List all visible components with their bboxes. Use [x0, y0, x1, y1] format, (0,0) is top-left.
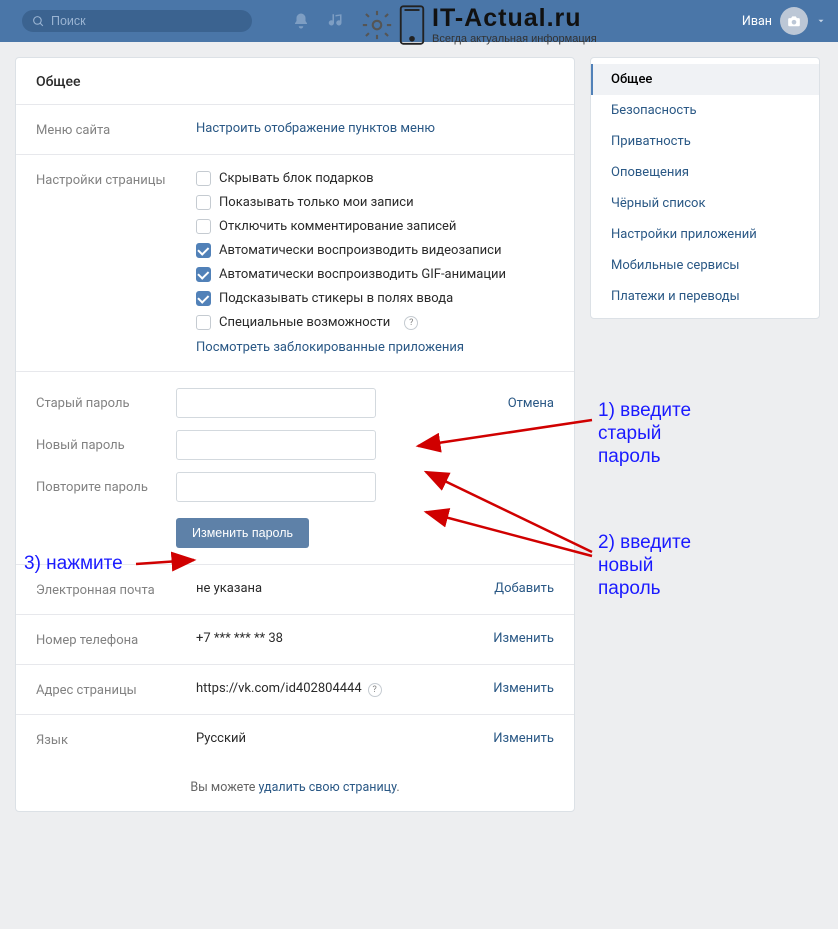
- old-password-input[interactable]: [176, 388, 376, 418]
- label-page-settings: Настройки страницы: [36, 171, 176, 188]
- row-email: Электронная почта не указана Добавить: [16, 565, 574, 615]
- checkbox-label: Подсказывать стикеры в полях ввода: [219, 291, 453, 306]
- value-lang: Русский: [196, 731, 473, 746]
- checkbox-label: Автоматически воспроизводить GIF-анимаци…: [219, 267, 506, 282]
- sidebar-item[interactable]: Настройки приложений: [591, 219, 819, 250]
- checkbox-label: Автоматически воспроизводить видеозаписи: [219, 243, 501, 258]
- page-title: Общее: [16, 58, 574, 105]
- bell-icon[interactable]: [292, 12, 310, 30]
- topbar: Иван: [0, 0, 838, 42]
- change-password-button[interactable]: Изменить пароль: [176, 518, 309, 548]
- music-icon[interactable]: [328, 12, 346, 30]
- row-lang: Язык Русский Изменить: [16, 715, 574, 764]
- avatar: [780, 7, 808, 35]
- username: Иван: [742, 14, 772, 29]
- value-url: https://vk.com/id402804444?: [196, 681, 473, 697]
- checkbox-option[interactable]: Специальные возможности?: [196, 315, 554, 330]
- checkbox-label: Отключить комментирование записей: [219, 219, 456, 234]
- label-email: Электронная почта: [36, 581, 176, 598]
- sidebar-item[interactable]: Приватность: [591, 126, 819, 157]
- top-icons: [292, 12, 346, 30]
- checkbox-icon: [196, 243, 211, 258]
- checkbox-icon: [196, 219, 211, 234]
- value-email: не указана: [196, 581, 474, 596]
- blocked-apps-link[interactable]: Посмотреть заблокированные приложения: [196, 340, 464, 355]
- sidebar-item[interactable]: Чёрный список: [591, 188, 819, 219]
- help-icon[interactable]: ?: [368, 683, 382, 697]
- row-url: Адрес страницы https://vk.com/id40280444…: [16, 665, 574, 715]
- row-phone: Номер телефона +7 *** *** ** 38 Изменить: [16, 615, 574, 665]
- user-menu[interactable]: Иван: [742, 7, 826, 35]
- checkbox-option[interactable]: Подсказывать стикеры в полях ввода: [196, 291, 554, 306]
- checkbox-option[interactable]: Автоматически воспроизводить видеозаписи: [196, 243, 554, 258]
- chevron-down-icon: [816, 16, 826, 26]
- repeat-password-input[interactable]: [176, 472, 376, 502]
- checkbox-label: Скрывать блок подарков: [219, 171, 374, 186]
- value-phone: +7 *** *** ** 38: [196, 631, 473, 646]
- sidebar-item[interactable]: Безопасность: [591, 95, 819, 126]
- row-site-menu: Меню сайта Настроить отображение пунктов…: [16, 105, 574, 155]
- checkbox-option[interactable]: Скрывать блок подарков: [196, 171, 554, 186]
- label-repeat-password: Повторите пароль: [36, 480, 176, 495]
- checkbox-label: Показывать только мои записи: [219, 195, 414, 210]
- label-url: Адрес страницы: [36, 681, 176, 698]
- sidebar-item[interactable]: Мобильные сервисы: [591, 250, 819, 281]
- checkbox-icon: [196, 291, 211, 306]
- checkbox-icon: [196, 267, 211, 282]
- delete-row: Вы можете удалить свою страницу.: [16, 764, 574, 811]
- sidebar-item[interactable]: Оповещения: [591, 157, 819, 188]
- label-phone: Номер телефона: [36, 631, 176, 648]
- checkbox-label: Специальные возможности: [219, 315, 390, 330]
- checkbox-icon: [196, 171, 211, 186]
- change-lang-link[interactable]: Изменить: [493, 731, 554, 746]
- label-new-password: Новый пароль: [36, 438, 176, 453]
- row-page-settings: Настройки страницы Скрывать блок подарко…: [16, 155, 574, 372]
- checkbox-option[interactable]: Показывать только мои записи: [196, 195, 554, 210]
- delete-page-link[interactable]: удалить свою страницу: [258, 780, 396, 795]
- password-block: Старый пароль Отмена Новый пароль Повтор…: [16, 372, 574, 565]
- label-old-password: Старый пароль: [36, 396, 176, 411]
- label-site-menu: Меню сайта: [36, 121, 176, 138]
- new-password-input[interactable]: [176, 430, 376, 460]
- checkbox-option[interactable]: Автоматически воспроизводить GIF-анимаци…: [196, 267, 554, 282]
- checkbox-icon: [196, 195, 211, 210]
- change-phone-link[interactable]: Изменить: [493, 631, 554, 646]
- search-icon: [32, 15, 45, 28]
- search-box[interactable]: [22, 10, 252, 32]
- help-icon[interactable]: ?: [404, 316, 418, 330]
- label-lang: Язык: [36, 731, 176, 748]
- sidebar-item[interactable]: Платежи и переводы: [591, 281, 819, 312]
- sidebar-item[interactable]: Общее: [591, 64, 819, 95]
- checkbox-option[interactable]: Отключить комментирование записей: [196, 219, 554, 234]
- settings-panel: Общее Меню сайта Настроить отображение п…: [15, 57, 575, 812]
- password-cancel-link[interactable]: Отмена: [508, 396, 554, 411]
- configure-menu-link[interactable]: Настроить отображение пунктов меню: [196, 121, 435, 136]
- change-url-link[interactable]: Изменить: [493, 681, 554, 696]
- checkbox-icon: [196, 315, 211, 330]
- settings-sidebar: ОбщееБезопасностьПриватностьОповещенияЧё…: [590, 57, 820, 319]
- add-email-link[interactable]: Добавить: [494, 581, 554, 596]
- search-input[interactable]: [51, 14, 221, 28]
- camera-icon: [787, 14, 801, 28]
